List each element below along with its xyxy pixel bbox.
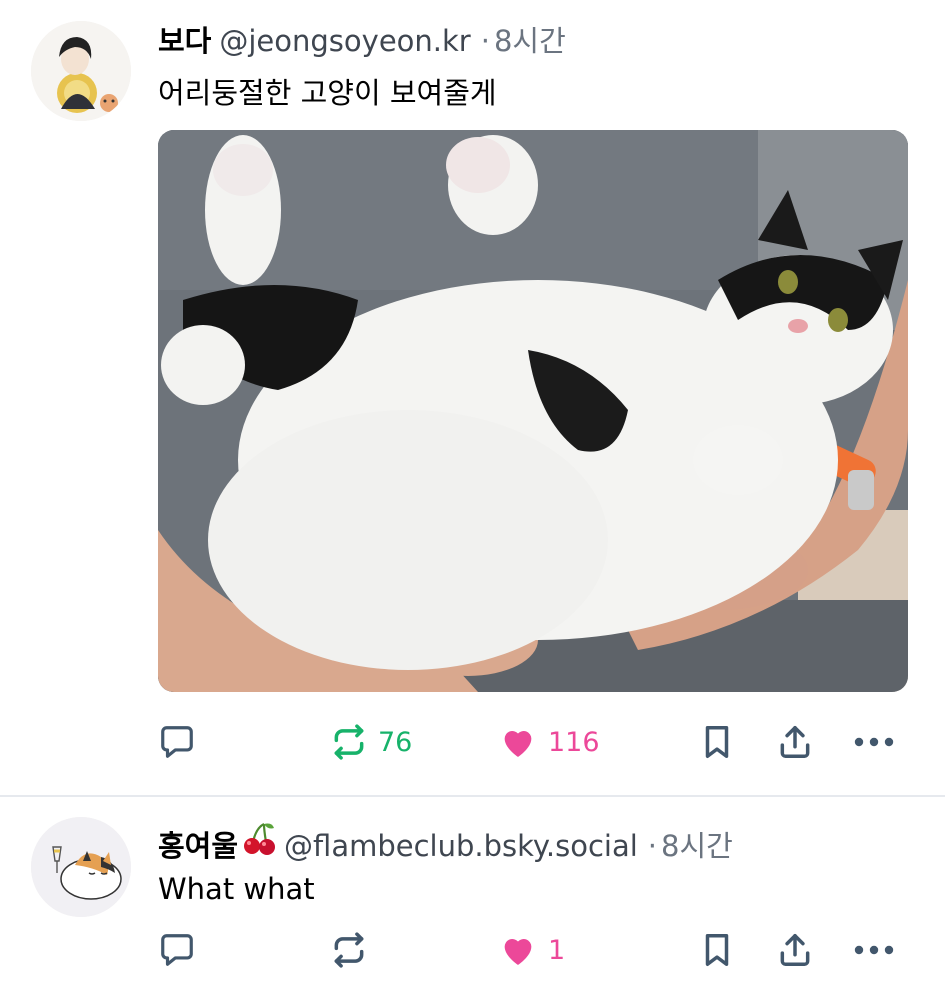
reply-button[interactable] [158, 928, 196, 972]
heart-icon [498, 930, 538, 970]
post-item[interactable]: 보다 @jeongsoyeon.kr · 8시간 어리둥절한 고양이 보여줄게 [0, 0, 945, 795]
share-icon [776, 931, 814, 969]
bookmark-icon [698, 931, 736, 969]
more-icon [853, 944, 895, 956]
reply-icon [158, 931, 196, 969]
like-count: 1 [548, 934, 566, 966]
repost-count: 76 [378, 726, 413, 758]
more-options-button[interactable] [853, 928, 895, 972]
share-button[interactable] [776, 720, 814, 764]
repost-icon [330, 931, 368, 969]
more-options-button[interactable] [853, 720, 895, 764]
repost-button[interactable] [330, 928, 368, 972]
post-text: 어리둥절한 고양이 보여줄게 [158, 76, 497, 110]
display-name[interactable]: 홍여울 [158, 823, 238, 865]
reply-icon [158, 723, 196, 761]
post-time[interactable]: 8시간 [661, 823, 733, 865]
reply-button[interactable] [158, 720, 196, 764]
separator-dot: · [647, 829, 658, 863]
avatar[interactable] [31, 21, 131, 121]
repost-button[interactable]: 76 [330, 720, 412, 764]
separator-dot: · [480, 24, 490, 58]
display-name[interactable]: 보다 [158, 18, 211, 60]
user-handle[interactable]: @flambeclub.bsky.social [284, 829, 638, 863]
like-count: 116 [548, 726, 600, 758]
post-header: 홍여울 @flambeclub.bsky.social · 8시간 [158, 820, 733, 865]
post-actions: 76 116 [158, 720, 903, 764]
user-handle[interactable]: @jeongsoyeon.kr [219, 24, 470, 58]
post-text: What what [158, 872, 315, 906]
bookmark-icon [698, 723, 736, 761]
like-button[interactable]: 1 [498, 928, 565, 972]
like-button[interactable]: 116 [498, 720, 600, 764]
post-item[interactable]: 홍여울 @flambeclub.bsky.social · 8시간 What w… [0, 797, 945, 1000]
bookmark-button[interactable] [698, 928, 736, 972]
repost-icon [330, 723, 368, 761]
share-icon [776, 723, 814, 761]
post-header: 보다 @jeongsoyeon.kr · 8시간 [158, 18, 566, 60]
post-image[interactable] [158, 130, 908, 692]
share-button[interactable] [776, 928, 814, 972]
more-icon [853, 736, 895, 748]
cherry-emoji [242, 820, 276, 856]
bookmark-button[interactable] [698, 720, 736, 764]
heart-icon [498, 722, 538, 762]
post-actions: 1 [158, 928, 903, 972]
post-time[interactable]: 8시간 [494, 18, 566, 60]
avatar[interactable] [31, 817, 131, 917]
